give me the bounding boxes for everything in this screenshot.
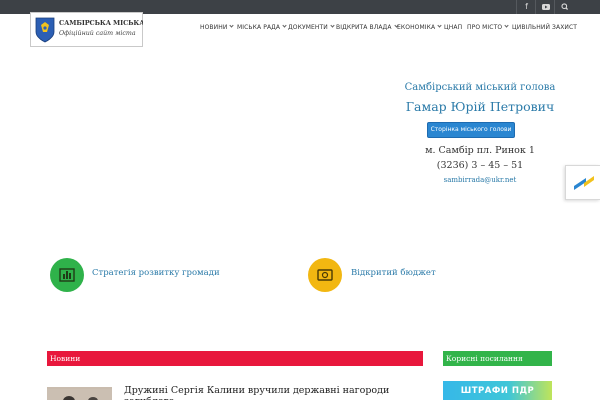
youtube-glyph: [542, 4, 550, 10]
money-glyph: [317, 269, 333, 281]
side-widget-button[interactable]: [565, 165, 600, 200]
mayor-page-button[interactable]: Сторінка міського голови: [427, 122, 515, 138]
nav-item-city-council[interactable]: МІСЬКА РАДА: [237, 23, 287, 31]
news-item-title[interactable]: Дружині Сергія Калини вручили державні н…: [124, 385, 424, 400]
nav-item-civil-defense[interactable]: ЦИВІЛЬНИЙ ЗАХИСТ: [512, 24, 577, 31]
open-budget-link[interactable]: Відкритий бюджет: [351, 268, 436, 278]
chevron-down-icon: [437, 23, 442, 28]
nav-label: ЕКОНОМІКА: [397, 24, 436, 31]
nav-label: ПРО МІСТО: [467, 24, 503, 31]
traffic-fines-banner[interactable]: ШТРАФИ ПДР: [443, 381, 552, 400]
news-photo: [47, 389, 112, 400]
mayor-title: Самбірський міський голова: [404, 82, 556, 93]
mayor-phone: (3236) 3 – 45 – 51: [436, 160, 524, 171]
banner-label: ШТРАФИ ПДР: [460, 386, 535, 396]
nav-item-about-city[interactable]: ПРО МІСТО: [467, 23, 509, 31]
nav-item-cnap[interactable]: ЦНАП: [444, 24, 462, 31]
strategy-glyph: [59, 268, 75, 282]
money-icon[interactable]: [308, 258, 342, 292]
chevron-down-icon: [504, 23, 509, 28]
chevron-down-icon: [330, 23, 335, 28]
nav-item-news[interactable]: НОВИНИ: [200, 23, 235, 31]
strategy-link[interactable]: Стратегія розвитку громади: [92, 268, 220, 278]
logo-title: САМБІРСЬКА МІСЬКА РАДА: [59, 19, 143, 27]
nav-label: ЦНАП: [444, 24, 463, 31]
chevron-down-icon: [282, 23, 287, 28]
facebook-icon[interactable]: f: [516, 0, 536, 14]
nav-item-open-government[interactable]: ВІДКРИТА ВЛАДА: [336, 23, 399, 31]
youtube-icon[interactable]: [535, 0, 555, 14]
strategy-chart-icon[interactable]: [50, 258, 84, 292]
search-icon[interactable]: [554, 0, 574, 14]
news-section-header: Новини: [47, 351, 423, 366]
logo-subtitle: Офіційний сайт міста: [59, 30, 136, 37]
nav-label: МІСЬКА РАДА: [237, 24, 281, 31]
nav-label: НОВИНИ: [200, 24, 228, 31]
flag-logo-icon: [574, 176, 594, 190]
nav-label: ДОКУМЕНТИ: [288, 24, 328, 31]
mayor-name: Гамар Юрій Петрович: [405, 99, 555, 114]
nav-label: ЦИВІЛЬНИЙ ЗАХИСТ: [512, 24, 578, 31]
search-glyph: [561, 3, 569, 10]
nav-item-documents[interactable]: ДОКУМЕНТИ: [288, 23, 335, 31]
nav-label: ВІДКРИТА ВЛАДА: [336, 24, 392, 31]
useful-links-label: Корисні посилання: [446, 354, 523, 363]
nav-item-economy[interactable]: ЕКОНОМІКА: [397, 23, 442, 31]
useful-links-header: Корисні посилання: [443, 351, 552, 366]
chevron-down-icon: [229, 23, 235, 28]
site-logo[interactable]: САМБІРСЬКА МІСЬКА РАДА Офіційний сайт мі…: [30, 12, 143, 47]
mayor-address: м. Самбір пл. Ринок 1: [425, 145, 535, 156]
mayor-email-link[interactable]: sambirrada@ukr.net: [380, 176, 580, 184]
city-crest-icon: [35, 17, 55, 43]
news-thumbnail[interactable]: [47, 387, 112, 400]
news-header-label: Новини: [50, 354, 81, 363]
